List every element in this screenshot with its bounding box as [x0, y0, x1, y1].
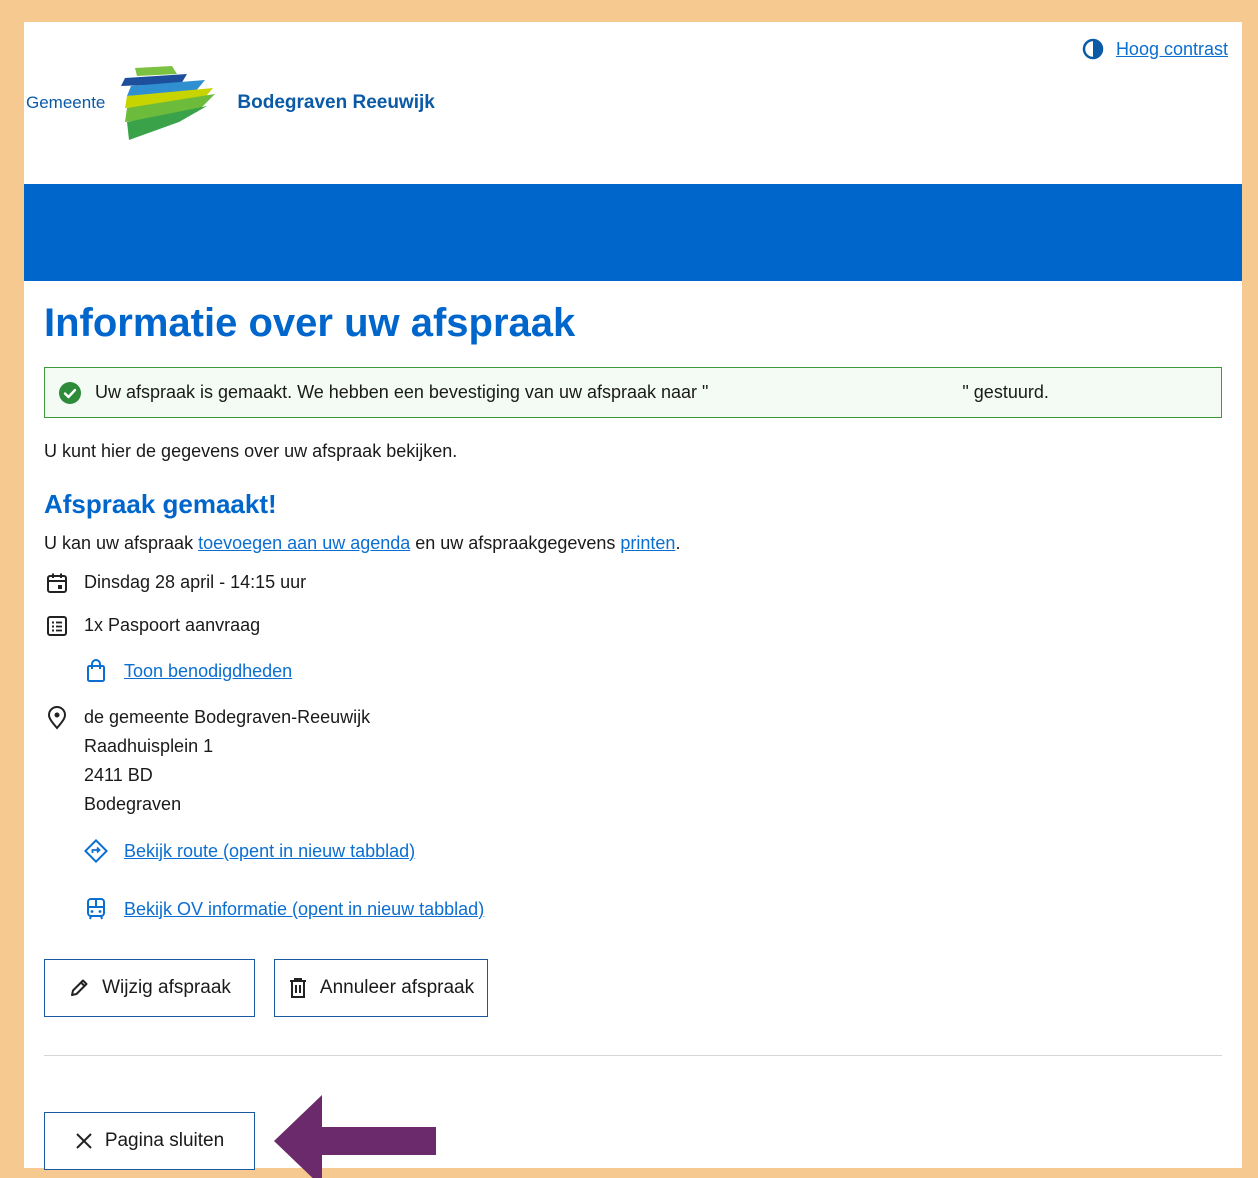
- edit-appointment-label: Wijzig afspraak: [102, 977, 231, 998]
- ov-link[interactable]: Bekijk OV informatie (opent in nieuw tab…: [124, 899, 484, 920]
- page-container: Gemeente Bodegraven Reeuwijk Hoog contra…: [24, 22, 1242, 1178]
- municipality-logo[interactable]: Gemeente Bodegraven Reeuwijk: [26, 64, 435, 142]
- intro-text: U kunt hier de gegevens over uw afspraak…: [44, 441, 458, 461]
- section-title: Afspraak gemaakt!: [44, 489, 277, 519]
- location-city: Bodegraven: [84, 794, 182, 814]
- close-row: Pagina sluiten: [44, 1095, 1222, 1178]
- ov-link-row[interactable]: Bekijk OV informatie (opent in nieuw tab…: [84, 897, 1222, 921]
- page-title: Informatie over uw afspraak: [44, 301, 576, 345]
- route-link[interactable]: Bekijk route (opent in nieuw tabblad): [124, 841, 415, 862]
- location-name: de gemeente Bodegraven-Reeuwijk: [84, 707, 371, 727]
- help-part-1: U kan uw afspraak: [44, 533, 199, 553]
- route-icon: [84, 839, 108, 863]
- logo-name: Bodegraven Reeuwijk: [237, 92, 435, 113]
- location-address: de gemeente Bodegraven-Reeuwijk Raadhuis…: [84, 703, 370, 819]
- trash-icon: [288, 977, 308, 999]
- requirements-link-row[interactable]: Toon benodigdheden: [84, 659, 1222, 683]
- close-page-label: Pagina sluiten: [104, 1130, 225, 1151]
- alert-message: Uw afspraak is gemaakt. We hebben een be…: [95, 382, 1049, 403]
- calendar-icon: [46, 572, 76, 594]
- close-page-button[interactable]: Pagina sluiten: [44, 1112, 255, 1170]
- help-text: U kan uw afspraak toevoegen aan uw agend…: [44, 533, 1222, 554]
- logo-prefix: Gemeente: [26, 93, 106, 112]
- success-alert: Uw afspraak is gemaakt. We hebben een be…: [44, 367, 1222, 418]
- print-link[interactable]: printen: [620, 533, 675, 553]
- contrast-icon: [1082, 38, 1104, 60]
- shopping-bag-icon: [84, 659, 108, 683]
- location-pin-icon: [46, 706, 76, 730]
- action-buttons: Wijzig afspraak Annuleer afspraak: [44, 959, 1222, 1017]
- logo-flag-icon: [121, 66, 216, 140]
- list-icon: [46, 615, 76, 637]
- header-band: [24, 184, 1242, 281]
- location-postcode: 2411 BD: [84, 765, 153, 785]
- add-to-calendar-link[interactable]: toevoegen aan uw agenda: [198, 533, 410, 553]
- appointment-datetime: Dinsdag 28 april - 14:15 uur: [44, 572, 1222, 597]
- contrast-link[interactable]: Hoog contrast: [1116, 39, 1228, 60]
- close-icon: [75, 1132, 93, 1150]
- alert-text-after: " gestuurd.: [962, 382, 1049, 402]
- product-text: 1x Paspoort aanvraag: [84, 615, 261, 635]
- cancel-appointment-label: Annuleer afspraak: [319, 977, 475, 998]
- datetime-text: Dinsdag 28 april - 14:15 uur: [84, 572, 307, 592]
- requirements-link[interactable]: Toon benodigdheden: [124, 661, 292, 682]
- arrow-left-icon: [274, 1095, 436, 1178]
- bus-icon: [84, 897, 108, 921]
- pencil-icon: [68, 977, 90, 999]
- main-content: Informatie over uw afspraak Uw afspraak …: [24, 281, 1242, 1178]
- edit-appointment-button[interactable]: Wijzig afspraak: [44, 959, 255, 1017]
- cancel-appointment-button[interactable]: Annuleer afspraak: [274, 959, 488, 1017]
- section-divider: [44, 1055, 1222, 1056]
- help-part-3: .: [675, 533, 681, 553]
- route-link-row[interactable]: Bekijk route (opent in nieuw tabblad): [84, 839, 1222, 863]
- check-circle-icon: [59, 381, 81, 404]
- help-part-2: en uw afspraakgegevens: [410, 533, 621, 553]
- site-header: Gemeente Bodegraven Reeuwijk Hoog contra…: [24, 22, 1242, 184]
- appointment-product: 1x Paspoort aanvraag: [44, 615, 1222, 640]
- contrast-toggle[interactable]: Hoog contrast: [1082, 38, 1228, 60]
- alert-text-before: Uw afspraak is gemaakt. We hebben een be…: [95, 382, 709, 402]
- location-street: Raadhuisplein 1: [84, 736, 214, 756]
- appointment-location: de gemeente Bodegraven-Reeuwijk Raadhuis…: [44, 706, 1222, 819]
